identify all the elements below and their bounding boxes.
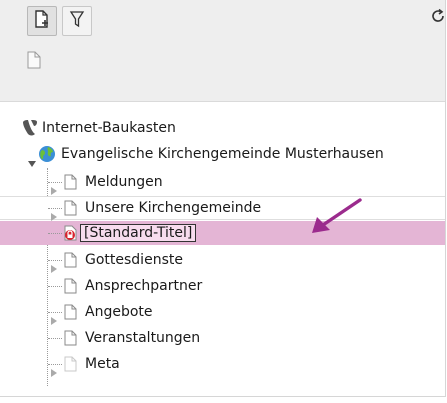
page-locked-icon <box>64 225 77 241</box>
tree-item-standard-titel[interactable]: [Standard-Titel] <box>0 221 445 245</box>
new-page-button[interactable] <box>27 6 57 36</box>
page-title-edit-field[interactable]: [Standard-Titel] <box>80 224 197 242</box>
filter-button[interactable] <box>62 6 92 36</box>
filter-icon <box>69 10 85 32</box>
tree-item-veranstaltungen[interactable]: Veranstaltungen <box>0 326 445 350</box>
tree-item-gottesdienste[interactable]: Gottesdienste <box>0 248 445 273</box>
tree-item-label: Meldungen <box>85 174 163 190</box>
tree-item-meta[interactable]: Meta <box>0 352 445 377</box>
page-icon <box>64 200 77 216</box>
tree-root-label: Internet-Baukasten <box>42 120 176 136</box>
tree-item-meldungen[interactable]: Meldungen <box>0 170 445 195</box>
page-icon <box>64 304 77 320</box>
page-tree-panel: Internet-Baukasten Evangelische Kircheng… <box>0 0 446 397</box>
page-tree: Internet-Baukasten Evangelische Kircheng… <box>0 102 445 396</box>
page-icon <box>64 330 77 346</box>
page-tree-toolbar <box>0 0 445 102</box>
tree-site-node[interactable]: Evangelische Kirchengemeinde Musterhause… <box>0 142 445 167</box>
tree-item-label: Veranstaltungen <box>85 330 201 346</box>
tree-root-node[interactable]: Internet-Baukasten <box>0 116 445 140</box>
tree-item-label: Gottesdienste <box>85 252 183 268</box>
tree-item-label: Meta <box>85 356 120 372</box>
refresh-button[interactable] <box>430 6 447 30</box>
annotation-arrow-icon <box>306 197 364 237</box>
tree-connector <box>48 286 62 287</box>
page-icon <box>64 278 77 294</box>
tree-item-label: Unsere Kirchengemeinde <box>85 200 262 216</box>
tree-item-label: Angebote <box>85 304 153 320</box>
tree-item-ansprechpartner[interactable]: Ansprechpartner <box>0 274 445 298</box>
new-page-icon <box>34 10 50 32</box>
tree-connector <box>48 233 62 234</box>
tree-site-label: Evangelische Kirchengemeinde Musterhause… <box>61 146 384 162</box>
tree-item-label: Ansprechpartner <box>85 278 203 294</box>
tree-connector <box>48 338 62 339</box>
page-icon[interactable] <box>27 51 41 69</box>
page-icon <box>64 174 77 190</box>
tree-item-angebote[interactable]: Angebote <box>0 300 445 325</box>
tree-item-unsere-kirchengemeinde[interactable]: Unsere Kirchengemeinde <box>0 196 445 221</box>
expand-triangle-icon[interactable] <box>51 361 57 385</box>
refresh-icon <box>430 8 446 28</box>
page-icon <box>64 252 77 268</box>
page-hidden-icon <box>64 356 77 372</box>
